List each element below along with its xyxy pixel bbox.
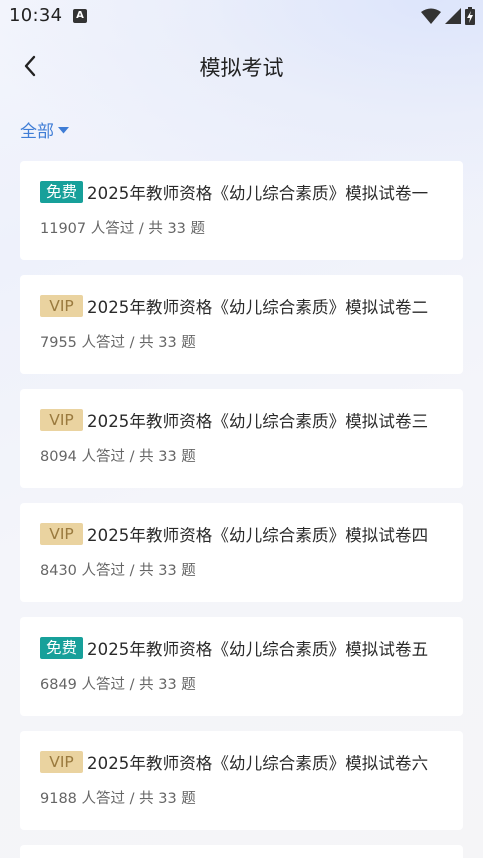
exam-card[interactable]: VIP 2025年教师资格《幼儿综合素质》模拟试卷六 9188 人答过 / 共 … xyxy=(20,731,463,830)
status-time: 10:34 xyxy=(9,5,63,26)
exam-card[interactable]: VIP 2025年教师资格《幼儿综合素质》模拟试卷四 8430 人答过 / 共 … xyxy=(20,503,463,602)
vip-badge: VIP xyxy=(40,751,83,773)
exam-title: 2025年教师资格《幼儿综合素质》模拟试卷五 xyxy=(87,640,429,659)
exam-title: 2025年教师资格《幼儿综合素质》模拟试卷六 xyxy=(87,754,429,773)
status-bar: 10:34 A xyxy=(0,0,483,32)
battery-icon xyxy=(465,7,475,25)
caret-down-icon xyxy=(58,127,69,134)
accessibility-a-icon: A xyxy=(73,9,87,23)
vip-badge: VIP xyxy=(40,409,83,431)
wifi-icon xyxy=(421,8,441,24)
filter-dropdown[interactable]: 全部 xyxy=(20,117,69,142)
exam-meta: 9188 人答过 / 共 33 题 xyxy=(40,791,196,807)
free-badge: 免费 xyxy=(40,181,83,203)
exam-title: 2025年教师资格《幼儿综合素质》模拟试卷二 xyxy=(87,298,429,317)
page-title: 模拟考试 xyxy=(199,56,284,80)
exam-title: 2025年教师资格《幼儿综合素质》模拟试卷三 xyxy=(87,412,429,431)
exam-card[interactable]: VIP 2025年教师资格《幼儿综合素质》模拟试卷二 7955 人答过 / 共 … xyxy=(20,275,463,374)
exam-card[interactable]: VIP 2025年教师资格《幼儿综合素质》模拟试卷三 8094 人答过 / 共 … xyxy=(20,389,463,488)
exam-card[interactable]: 免费 2025年教师资格《幼儿综合素质》模拟试卷五 6849 人答过 / 共 3… xyxy=(20,617,463,716)
exam-meta: 8430 人答过 / 共 33 题 xyxy=(40,563,196,579)
exam-title: 2025年教师资格《幼儿综合素质》模拟试卷一 xyxy=(87,184,429,203)
exam-meta: 11907 人答过 / 共 33 题 xyxy=(40,221,206,237)
exam-card[interactable]: 免费 2025年教师资格《幼儿综合素质》模拟试卷一 11907 人答过 / 共 … xyxy=(20,161,463,260)
exam-meta: 8094 人答过 / 共 33 题 xyxy=(40,449,196,465)
exam-list: 免费 2025年教师资格《幼儿综合素质》模拟试卷一 11907 人答过 / 共 … xyxy=(20,161,463,858)
app-bar: 模拟考试 xyxy=(0,40,483,92)
exam-title: 2025年教师资格《幼儿综合素质》模拟试卷四 xyxy=(87,526,429,545)
exam-card-partial[interactable] xyxy=(20,845,463,858)
filter-label: 全部 xyxy=(20,122,54,142)
exam-meta: 6849 人答过 / 共 33 题 xyxy=(40,677,196,693)
exam-meta: 7955 人答过 / 共 33 题 xyxy=(40,335,196,351)
vip-badge: VIP xyxy=(40,295,83,317)
cell-signal-icon xyxy=(445,8,461,24)
free-badge: 免费 xyxy=(40,637,83,659)
status-icons xyxy=(421,6,475,26)
vip-badge: VIP xyxy=(40,523,83,545)
